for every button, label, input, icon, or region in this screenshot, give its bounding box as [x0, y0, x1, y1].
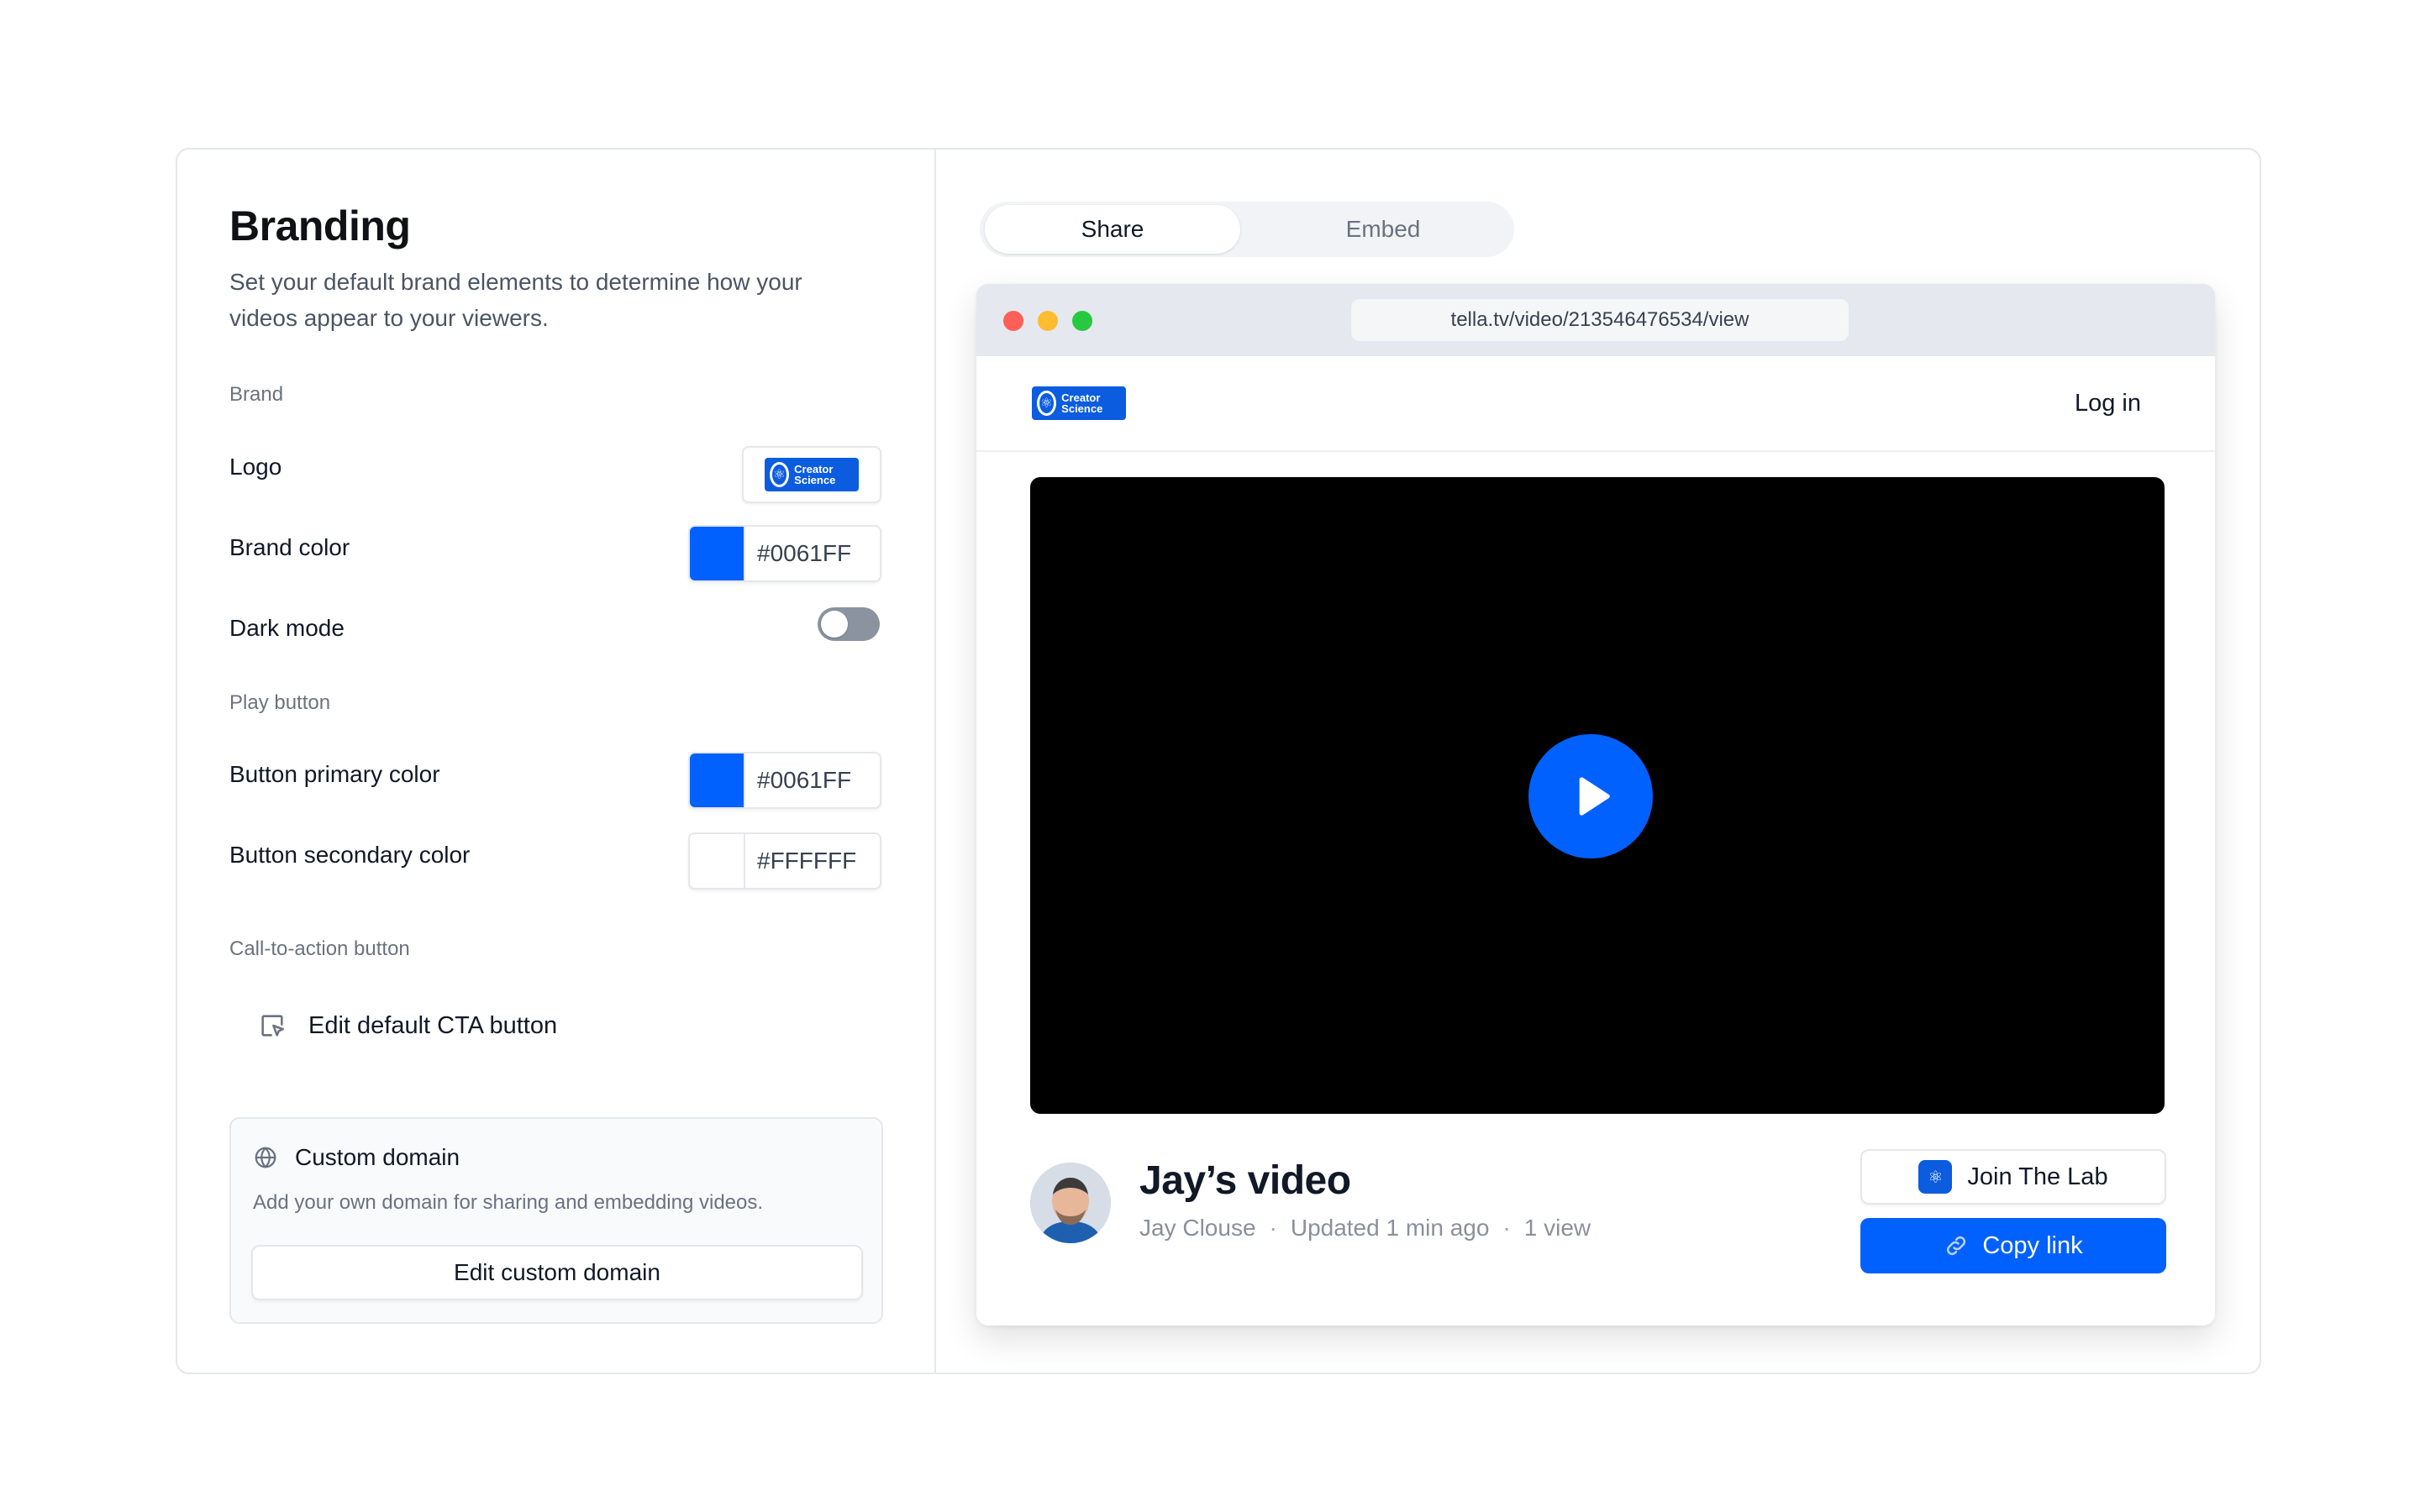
meta-separator: · — [1269, 1215, 1277, 1241]
logo-atom-icon: ⚛ — [770, 462, 790, 487]
window-minimize-dot — [1038, 311, 1058, 331]
brand-color-swatch[interactable] — [690, 527, 745, 580]
globe-icon — [255, 1147, 276, 1168]
video-updated: Updated 1 min ago — [1290, 1215, 1490, 1241]
play-icon — [1579, 777, 1610, 816]
logo-upload-button[interactable]: ⚛ Creator Science — [742, 446, 881, 503]
window-maximize-dot — [1072, 311, 1092, 331]
custom-domain-description: Add your own domain for sharing and embe… — [253, 1191, 764, 1214]
button-primary-color-swatch[interactable] — [690, 753, 745, 807]
logo-text: Creator Science — [794, 463, 836, 486]
page-title: Branding — [229, 202, 411, 249]
brand-color-label: Brand color — [229, 534, 350, 560]
browser-chrome: tella.tv/video/213546476534/view — [976, 284, 2215, 356]
join-the-lab-button[interactable]: ⚛ Join The Lab — [1860, 1149, 2166, 1205]
avatar — [1030, 1163, 1111, 1243]
page-subtitle: Set your default brand elements to deter… — [229, 269, 802, 331]
custom-domain-card: Custom domain Add your own domain for sh… — [229, 1117, 883, 1324]
edit-custom-domain-button[interactable]: Edit custom domain — [251, 1245, 863, 1300]
section-label-play-button: Play button — [229, 691, 331, 714]
logo-text: Creator Science — [1061, 391, 1103, 415]
creator-science-logo: ⚛ Creator Science — [765, 458, 859, 491]
custom-domain-header: Custom domain — [253, 1144, 460, 1171]
copy-link-button[interactable]: Copy link — [1860, 1218, 2166, 1273]
dark-mode-label: Dark mode — [229, 615, 345, 641]
button-secondary-color-swatch[interactable] — [690, 834, 745, 888]
video-author: Jay Clouse — [1139, 1215, 1256, 1241]
custom-domain-title: Custom domain — [295, 1144, 460, 1170]
preview-panel: Share Embed tella.tv/video/213546476534/… — [938, 150, 2260, 1373]
creator-science-logo: ⚛ Creator Science — [1032, 386, 1126, 420]
site-header: ⚛ Creator Science Log in — [976, 356, 2215, 452]
branding-card: Branding Set your default brand elements… — [176, 148, 2261, 1374]
logo-label: Logo — [229, 454, 282, 480]
logo-atom-icon: ⚛ — [1037, 391, 1057, 416]
meta-separator: · — [1502, 1215, 1511, 1241]
button-primary-color-field[interactable]: #0061FF — [688, 752, 881, 809]
share-embed-tabs: Share Embed — [980, 202, 1514, 257]
toggle-knob — [821, 611, 848, 638]
brand-color-field[interactable]: #0061FF — [688, 525, 881, 582]
button-primary-color-label: Button primary color — [229, 761, 440, 787]
button-secondary-color-label: Button secondary color — [229, 842, 471, 868]
branding-settings-panel: Branding Set your default brand elements… — [177, 150, 936, 1373]
login-link[interactable]: Log in — [2075, 390, 2141, 417]
edit-cta-button[interactable]: Edit default CTA button — [258, 1011, 557, 1040]
window-close-dot — [1003, 311, 1023, 331]
join-button-label: Join The Lab — [1967, 1163, 2108, 1190]
button-secondary-color-field[interactable]: #FFFFFF — [688, 832, 881, 890]
video-title: Jay’s video — [1139, 1158, 1351, 1203]
cursor-click-icon — [261, 1015, 285, 1037]
video-player[interactable] — [1030, 477, 2165, 1114]
creator-science-icon: ⚛ — [1918, 1160, 1953, 1194]
button-secondary-color-value[interactable]: #FFFFFF — [745, 834, 880, 888]
video-views: 1 view — [1523, 1215, 1591, 1241]
browser-preview: tella.tv/video/213546476534/view ⚛ Creat… — [976, 284, 2215, 1326]
play-button[interactable] — [1528, 734, 1653, 858]
video-meta: Jay Clouse · Updated 1 min ago · 1 view — [1139, 1215, 1591, 1242]
tab-share[interactable]: Share — [985, 205, 1240, 254]
edit-cta-label: Edit default CTA button — [308, 1011, 558, 1039]
dark-mode-toggle[interactable] — [818, 607, 880, 641]
copy-button-label: Copy link — [1982, 1231, 2083, 1259]
button-primary-color-value[interactable]: #0061FF — [745, 753, 880, 807]
section-label-brand: Brand — [229, 383, 284, 406]
link-icon — [1947, 1236, 1966, 1256]
avatar-image — [1030, 1163, 1111, 1243]
tab-embed[interactable]: Embed — [1257, 205, 1509, 254]
address-bar: tella.tv/video/213546476534/view — [1351, 299, 1849, 341]
brand-color-value[interactable]: #0061FF — [745, 527, 880, 580]
section-label-cta: Call-to-action button — [229, 937, 410, 960]
